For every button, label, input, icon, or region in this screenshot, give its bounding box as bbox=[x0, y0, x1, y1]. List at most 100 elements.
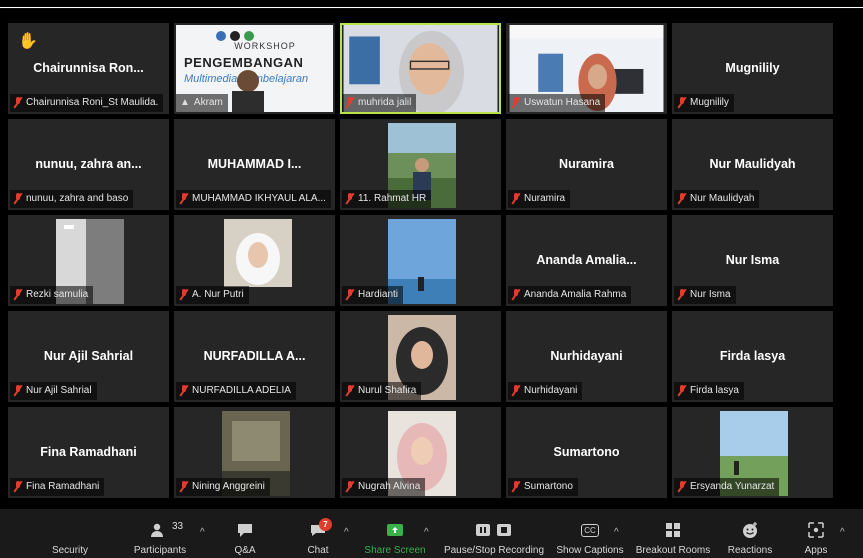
participant-label-text: 11. Rahmat HR bbox=[358, 193, 427, 204]
participant-label: Uswatun Hasana bbox=[508, 94, 606, 112]
participant-label-text: A. Nur Putri bbox=[192, 289, 244, 300]
participant-tile[interactable]: Mugnilily Mugnilily bbox=[672, 23, 833, 114]
participants-button[interactable]: 33 Participants bbox=[130, 509, 190, 558]
muted-mic-icon bbox=[346, 97, 354, 109]
participant-tile[interactable]: Fina Ramadhani Fina Ramadhani bbox=[8, 407, 169, 498]
participant-display-name: Nur Ajil Sahrial bbox=[43, 349, 134, 363]
participant-tile[interactable]: Uswatun Hasana bbox=[506, 23, 667, 114]
participant-label-text: Nining Anggreini bbox=[192, 481, 265, 492]
participant-label: Nuramira bbox=[508, 190, 571, 208]
participant-label-text: MUHAMMAD IKHYAUL ALA... bbox=[192, 193, 326, 204]
participant-label-text: Hardianti bbox=[358, 289, 399, 300]
share-caret-icon[interactable]: ^ bbox=[424, 527, 429, 538]
muted-mic-icon bbox=[14, 289, 22, 301]
participant-tile[interactable]: Nugrah Alvina bbox=[340, 407, 501, 498]
security-label: Security bbox=[51, 545, 89, 556]
participant-tile[interactable]: Nur Ajil Sahrial Nur Ajil Sahrial bbox=[8, 311, 169, 402]
participant-label-text: Nur Isma bbox=[690, 289, 731, 300]
captions-icon: CC bbox=[580, 521, 600, 539]
muted-mic-icon bbox=[180, 289, 188, 301]
muted-mic-icon bbox=[512, 385, 520, 397]
qa-icon bbox=[235, 521, 255, 539]
participant-tile[interactable]: ✋ Chairunnisa Ron... Chairunnisa Roni_St M… bbox=[8, 23, 169, 114]
participant-tile[interactable]: muhrida jalil bbox=[340, 23, 501, 114]
apps-button[interactable]: Apps bbox=[796, 509, 836, 558]
captions-caret-icon[interactable]: ^ bbox=[614, 527, 619, 538]
participant-tile[interactable]: A. Nur Putri bbox=[174, 215, 335, 306]
participant-tile[interactable]: Ersyanda Yunarzat bbox=[672, 407, 833, 498]
participant-tile[interactable]: Nurhidayani Nurhidayani bbox=[506, 311, 667, 402]
muted-mic-icon bbox=[346, 193, 354, 205]
participant-label: Sumartono bbox=[508, 478, 578, 496]
qa-label: Q&A bbox=[234, 545, 256, 556]
participant-tile[interactable]: Sumartono Sumartono bbox=[506, 407, 667, 498]
meeting-toolbar: Security 33 Participants ^ Q&A 7 Chat ^ … bbox=[0, 509, 863, 558]
participant-label-text: nunuu, zahra and baso bbox=[26, 193, 129, 204]
participant-tile[interactable]: Ananda Amalia... Ananda Amalia Rahma bbox=[506, 215, 667, 306]
participant-display-name: Nurhidayani bbox=[550, 349, 623, 363]
participant-display-name: Fina Ramadhani bbox=[40, 445, 137, 459]
muted-mic-icon bbox=[678, 385, 686, 397]
breakout-rooms-icon bbox=[663, 521, 683, 539]
participant-label-text: Rezki samulia bbox=[26, 289, 89, 300]
muted-mic-icon bbox=[512, 289, 520, 301]
raised-hand-icon: ✋ bbox=[18, 33, 38, 50]
participant-label-text: Nugrah Alvina bbox=[358, 481, 421, 492]
participant-tile[interactable]: Nurul Shafira bbox=[340, 311, 501, 402]
participant-display-name: Nuramira bbox=[559, 157, 614, 171]
chat-label: Chat bbox=[307, 545, 329, 556]
participant-label: Rezki samulia bbox=[10, 286, 94, 304]
participants-caret-icon[interactable]: ^ bbox=[200, 527, 205, 538]
participant-display-name: Firda lasya bbox=[719, 349, 786, 363]
participant-tile[interactable]: MUHAMMAD I... MUHAMMAD IKHYAUL ALA... bbox=[174, 119, 335, 210]
participant-label: Hardianti bbox=[342, 286, 404, 304]
security-button[interactable]: Security bbox=[40, 509, 100, 558]
participant-display-name: MUHAMMAD I... bbox=[207, 157, 302, 171]
participant-display-name: Nur Maulidyah bbox=[709, 157, 796, 171]
participant-label: Nurhidayani bbox=[508, 382, 583, 400]
participant-label-text: Nurul Shafira bbox=[358, 385, 417, 396]
participant-tile[interactable]: Rezki samulia bbox=[8, 215, 169, 306]
participant-tile[interactable]: nunuu, zahra an... nunuu, zahra and baso bbox=[8, 119, 169, 210]
qa-button[interactable]: Q&A bbox=[225, 509, 265, 558]
participant-tile[interactable]: WORKSHOP PENGEMBANGAN Multimedia Pembelaja… bbox=[174, 23, 335, 114]
share-screen-button[interactable]: Share Screen bbox=[362, 509, 428, 558]
pin-icon: ▲ bbox=[180, 97, 190, 108]
chat-caret-icon[interactable]: ^ bbox=[344, 527, 349, 538]
breakout-rooms-button[interactable]: Breakout Rooms bbox=[634, 509, 712, 558]
participant-tile[interactable]: 11. Rahmat HR bbox=[340, 119, 501, 210]
muted-mic-icon bbox=[14, 385, 22, 397]
recording-button[interactable]: Pause/Stop Recording bbox=[442, 509, 546, 558]
muted-mic-icon bbox=[512, 193, 520, 205]
participant-tile[interactable]: Nur Maulidyah Nur Maulidyah bbox=[672, 119, 833, 210]
participant-tile[interactable]: NURFADILLA A... NURFADILLA ADELIA bbox=[174, 311, 335, 402]
muted-mic-icon bbox=[346, 289, 354, 301]
participant-label: Nur Isma bbox=[674, 286, 736, 304]
participant-label: A. Nur Putri bbox=[176, 286, 249, 304]
participant-tile[interactable]: Hardianti bbox=[340, 215, 501, 306]
participant-label: Nugrah Alvina bbox=[342, 478, 426, 496]
gallery-grid: ✋ Chairunnisa Ron... Chairunnisa Roni_St M… bbox=[8, 23, 840, 511]
apps-caret-icon[interactable]: ^ bbox=[840, 527, 845, 538]
participant-display-name: nunuu, zahra an... bbox=[35, 157, 142, 171]
reactions-button[interactable]: Reactions bbox=[722, 509, 778, 558]
share-screen-label: Share Screen bbox=[364, 545, 426, 556]
participant-tile[interactable]: Nuramira Nuramira bbox=[506, 119, 667, 210]
participant-label-text: NURFADILLA ADELIA bbox=[192, 385, 291, 396]
participant-label: NURFADILLA ADELIA bbox=[176, 382, 296, 400]
participant-tile[interactable]: Nur Isma Nur Isma bbox=[672, 215, 833, 306]
muted-mic-icon bbox=[14, 97, 22, 109]
muted-mic-icon bbox=[346, 385, 354, 397]
participants-label: Participants bbox=[133, 545, 187, 556]
muted-mic-icon bbox=[14, 193, 22, 205]
participant-label: Nurul Shafira bbox=[342, 382, 422, 400]
participant-tile[interactable]: Nining Anggreini bbox=[174, 407, 335, 498]
participant-label: Nining Anggreini bbox=[176, 478, 270, 496]
participant-label-text: Nur Ajil Sahrial bbox=[26, 385, 92, 396]
participant-label-text: Sumartono bbox=[524, 481, 573, 492]
participant-tile[interactable]: Firda lasya Firda lasya bbox=[672, 311, 833, 402]
chat-button[interactable]: 7 Chat bbox=[298, 509, 338, 558]
participant-label-text: Fina Ramadhani bbox=[26, 481, 100, 492]
participant-label: Mugnilily bbox=[674, 94, 734, 112]
top-bar bbox=[0, 0, 863, 8]
